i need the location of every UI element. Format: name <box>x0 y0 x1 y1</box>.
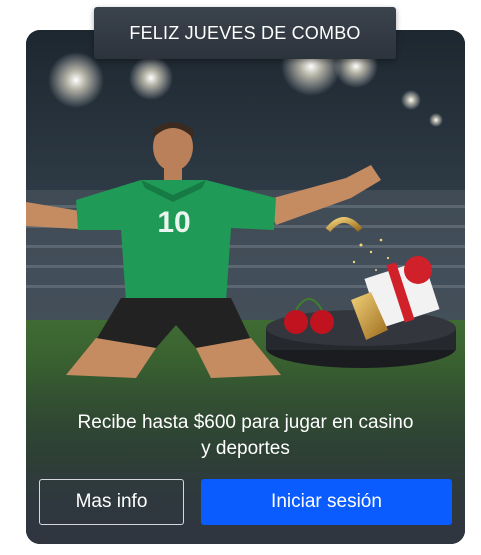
promo-description-line2: y deportes <box>201 438 290 459</box>
login-label: Iniciar sesión <box>271 491 382 512</box>
jersey-number: 10 <box>157 206 190 239</box>
promo-hero-image: 10 <box>26 30 465 544</box>
promo-card: 10 <box>26 30 465 544</box>
promo-description-line1: Recibe hasta $600 para jugar en casino <box>77 412 414 433</box>
more-info-label: Mas info <box>75 491 148 512</box>
login-button[interactable]: Iniciar sesión <box>201 479 452 525</box>
promo-title: FELIZ JUEVES DE COMBO <box>129 22 361 43</box>
promo-description: Recibe hasta $600 para jugar en casino y… <box>26 410 465 462</box>
promo-title-badge: FELIZ JUEVES DE COMBO <box>94 7 396 59</box>
more-info-button[interactable]: Mas info <box>39 479 184 525</box>
